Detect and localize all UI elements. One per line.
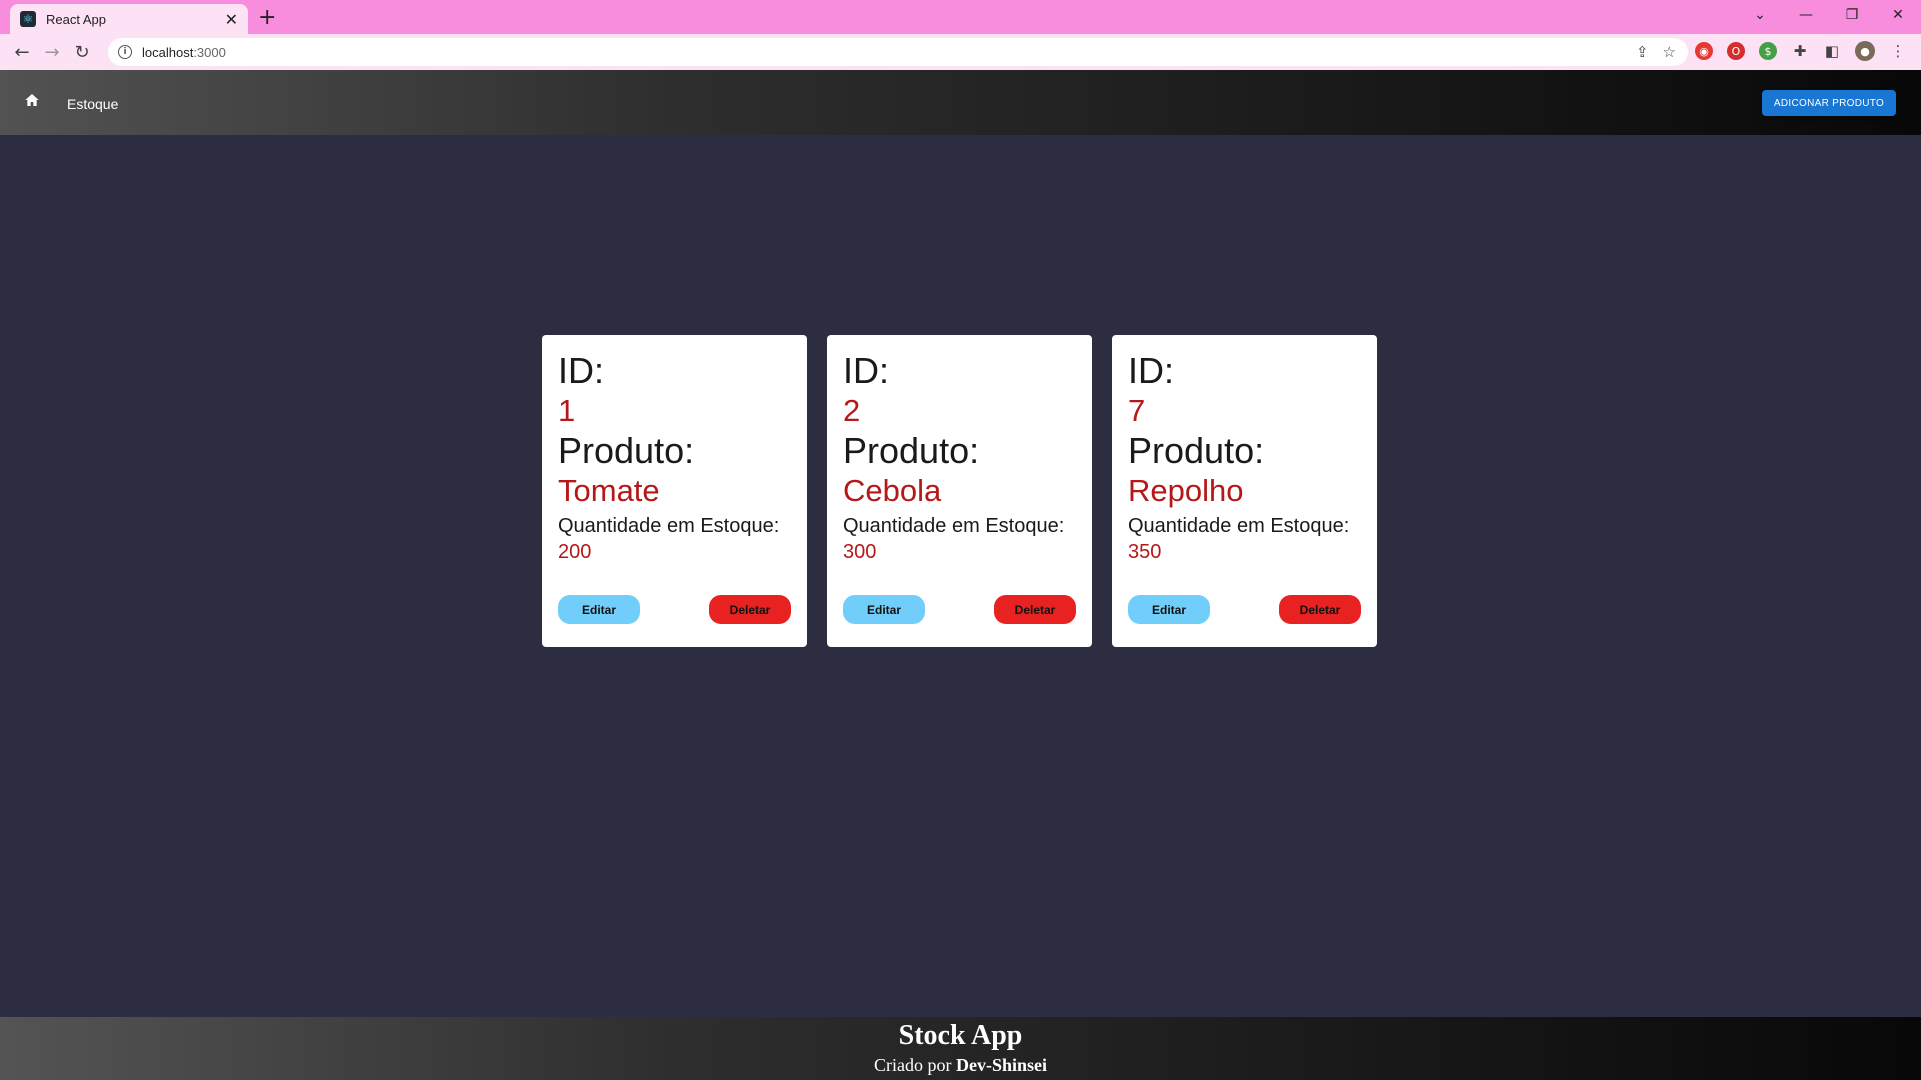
quantity-label: Quantidade em Estoque: — [558, 515, 780, 537]
window-controls: ⌄ — ❐ ✕ — [1737, 0, 1921, 30]
footer-credit: Criado por Dev-Shinsei — [874, 1055, 1047, 1075]
delete-button[interactable]: Deletar — [709, 595, 791, 624]
id-label: ID: — [1128, 350, 1175, 391]
nav-link-estoque[interactable]: Estoque — [67, 96, 118, 112]
product-label: Produto: — [843, 430, 980, 471]
id-label: ID: — [558, 350, 605, 391]
extension-green-icon[interactable]: $ — [1759, 42, 1777, 60]
app-footer: Stock App Criado por Dev-Shinsei — [0, 1017, 1921, 1080]
author-name: Dev-Shinsei — [955, 1055, 1047, 1075]
address-bar-row: ← → ↻ i localhost:3000 ⇪ ☆ ◉ O $ ✚ ◧ ● ⋮ — [0, 34, 1921, 70]
edit-button[interactable]: Editar — [1128, 595, 1210, 624]
product-card: ID: 1 Produto: Tomate Quantidade em Esto… — [542, 335, 807, 647]
quantity-label: Quantidade em Estoque: — [1128, 515, 1350, 537]
product-card: ID: 7 Produto: Repolho Quantidade em Est… — [1112, 335, 1377, 647]
tab-title: React App — [46, 11, 106, 27]
product-name: Repolho — [1128, 473, 1244, 508]
footer-title: Stock App — [898, 1020, 1023, 1051]
react-favicon-icon: ⚛ — [20, 11, 36, 27]
quantity-value: 300 — [843, 541, 877, 563]
opera-extension-icon[interactable]: O — [1727, 42, 1745, 60]
close-window-icon[interactable]: ✕ — [1875, 0, 1921, 30]
product-name: Tomate — [558, 473, 660, 508]
extensions-puzzle-icon[interactable]: ✚ — [1791, 42, 1809, 60]
id-value: 7 — [1128, 393, 1146, 428]
close-tab-icon[interactable]: ✕ — [225, 10, 238, 29]
id-value: 1 — [558, 393, 576, 428]
bookmark-star-icon[interactable]: ☆ — [1663, 43, 1676, 61]
id-value: 2 — [843, 393, 861, 428]
profile-avatar-icon[interactable]: ● — [1855, 41, 1875, 61]
new-tab-button[interactable]: + — [258, 5, 276, 30]
product-label: Produto: — [1128, 430, 1265, 471]
product-card: ID: 2 Produto: Cebola Quantidade em Esto… — [827, 335, 1092, 647]
tab-search-icon[interactable]: ⌄ — [1737, 0, 1783, 30]
product-card-list: ID: 1 Produto: Tomate Quantidade em Esto… — [542, 335, 1377, 647]
quantity-value: 200 — [558, 541, 592, 563]
reload-icon[interactable]: ↻ — [67, 42, 97, 63]
add-product-button[interactable]: ADICONAR PRODUTO — [1762, 90, 1896, 116]
browser-tabbar: ⚛ React App ✕ + ⌄ — ❐ ✕ — [0, 0, 1921, 34]
share-icon[interactable]: ⇪ — [1636, 43, 1649, 61]
quantity-label: Quantidade em Estoque: — [843, 515, 1065, 537]
browser-menu-icon[interactable]: ⋮ — [1889, 42, 1907, 60]
minimize-icon[interactable]: — — [1783, 0, 1829, 30]
app-header: Estoque ADICONAR PRODUTO — [0, 70, 1921, 135]
edit-button[interactable]: Editar — [558, 595, 640, 624]
url-text: localhost:3000 — [142, 44, 226, 60]
product-label: Produto: — [558, 430, 695, 471]
side-panel-icon[interactable]: ◧ — [1823, 42, 1841, 60]
quantity-value: 350 — [1128, 541, 1162, 563]
product-name: Cebola — [843, 473, 942, 508]
browser-tab[interactable]: ⚛ React App ✕ — [10, 4, 248, 34]
delete-button[interactable]: Deletar — [1279, 595, 1361, 624]
id-label: ID: — [843, 350, 890, 391]
extension-icons: ◉ O $ ✚ ◧ ● ⋮ — [1695, 41, 1907, 61]
forward-arrow-icon[interactable]: → — [37, 42, 67, 63]
back-arrow-icon[interactable]: ← — [7, 42, 37, 63]
home-icon[interactable] — [24, 92, 40, 108]
restore-icon[interactable]: ❐ — [1829, 0, 1875, 30]
delete-button[interactable]: Deletar — [994, 595, 1076, 624]
site-info-icon[interactable]: i — [118, 45, 132, 59]
extension-red-icon[interactable]: ◉ — [1695, 42, 1713, 60]
url-input[interactable]: i localhost:3000 ⇪ ☆ — [108, 38, 1688, 66]
edit-button[interactable]: Editar — [843, 595, 925, 624]
